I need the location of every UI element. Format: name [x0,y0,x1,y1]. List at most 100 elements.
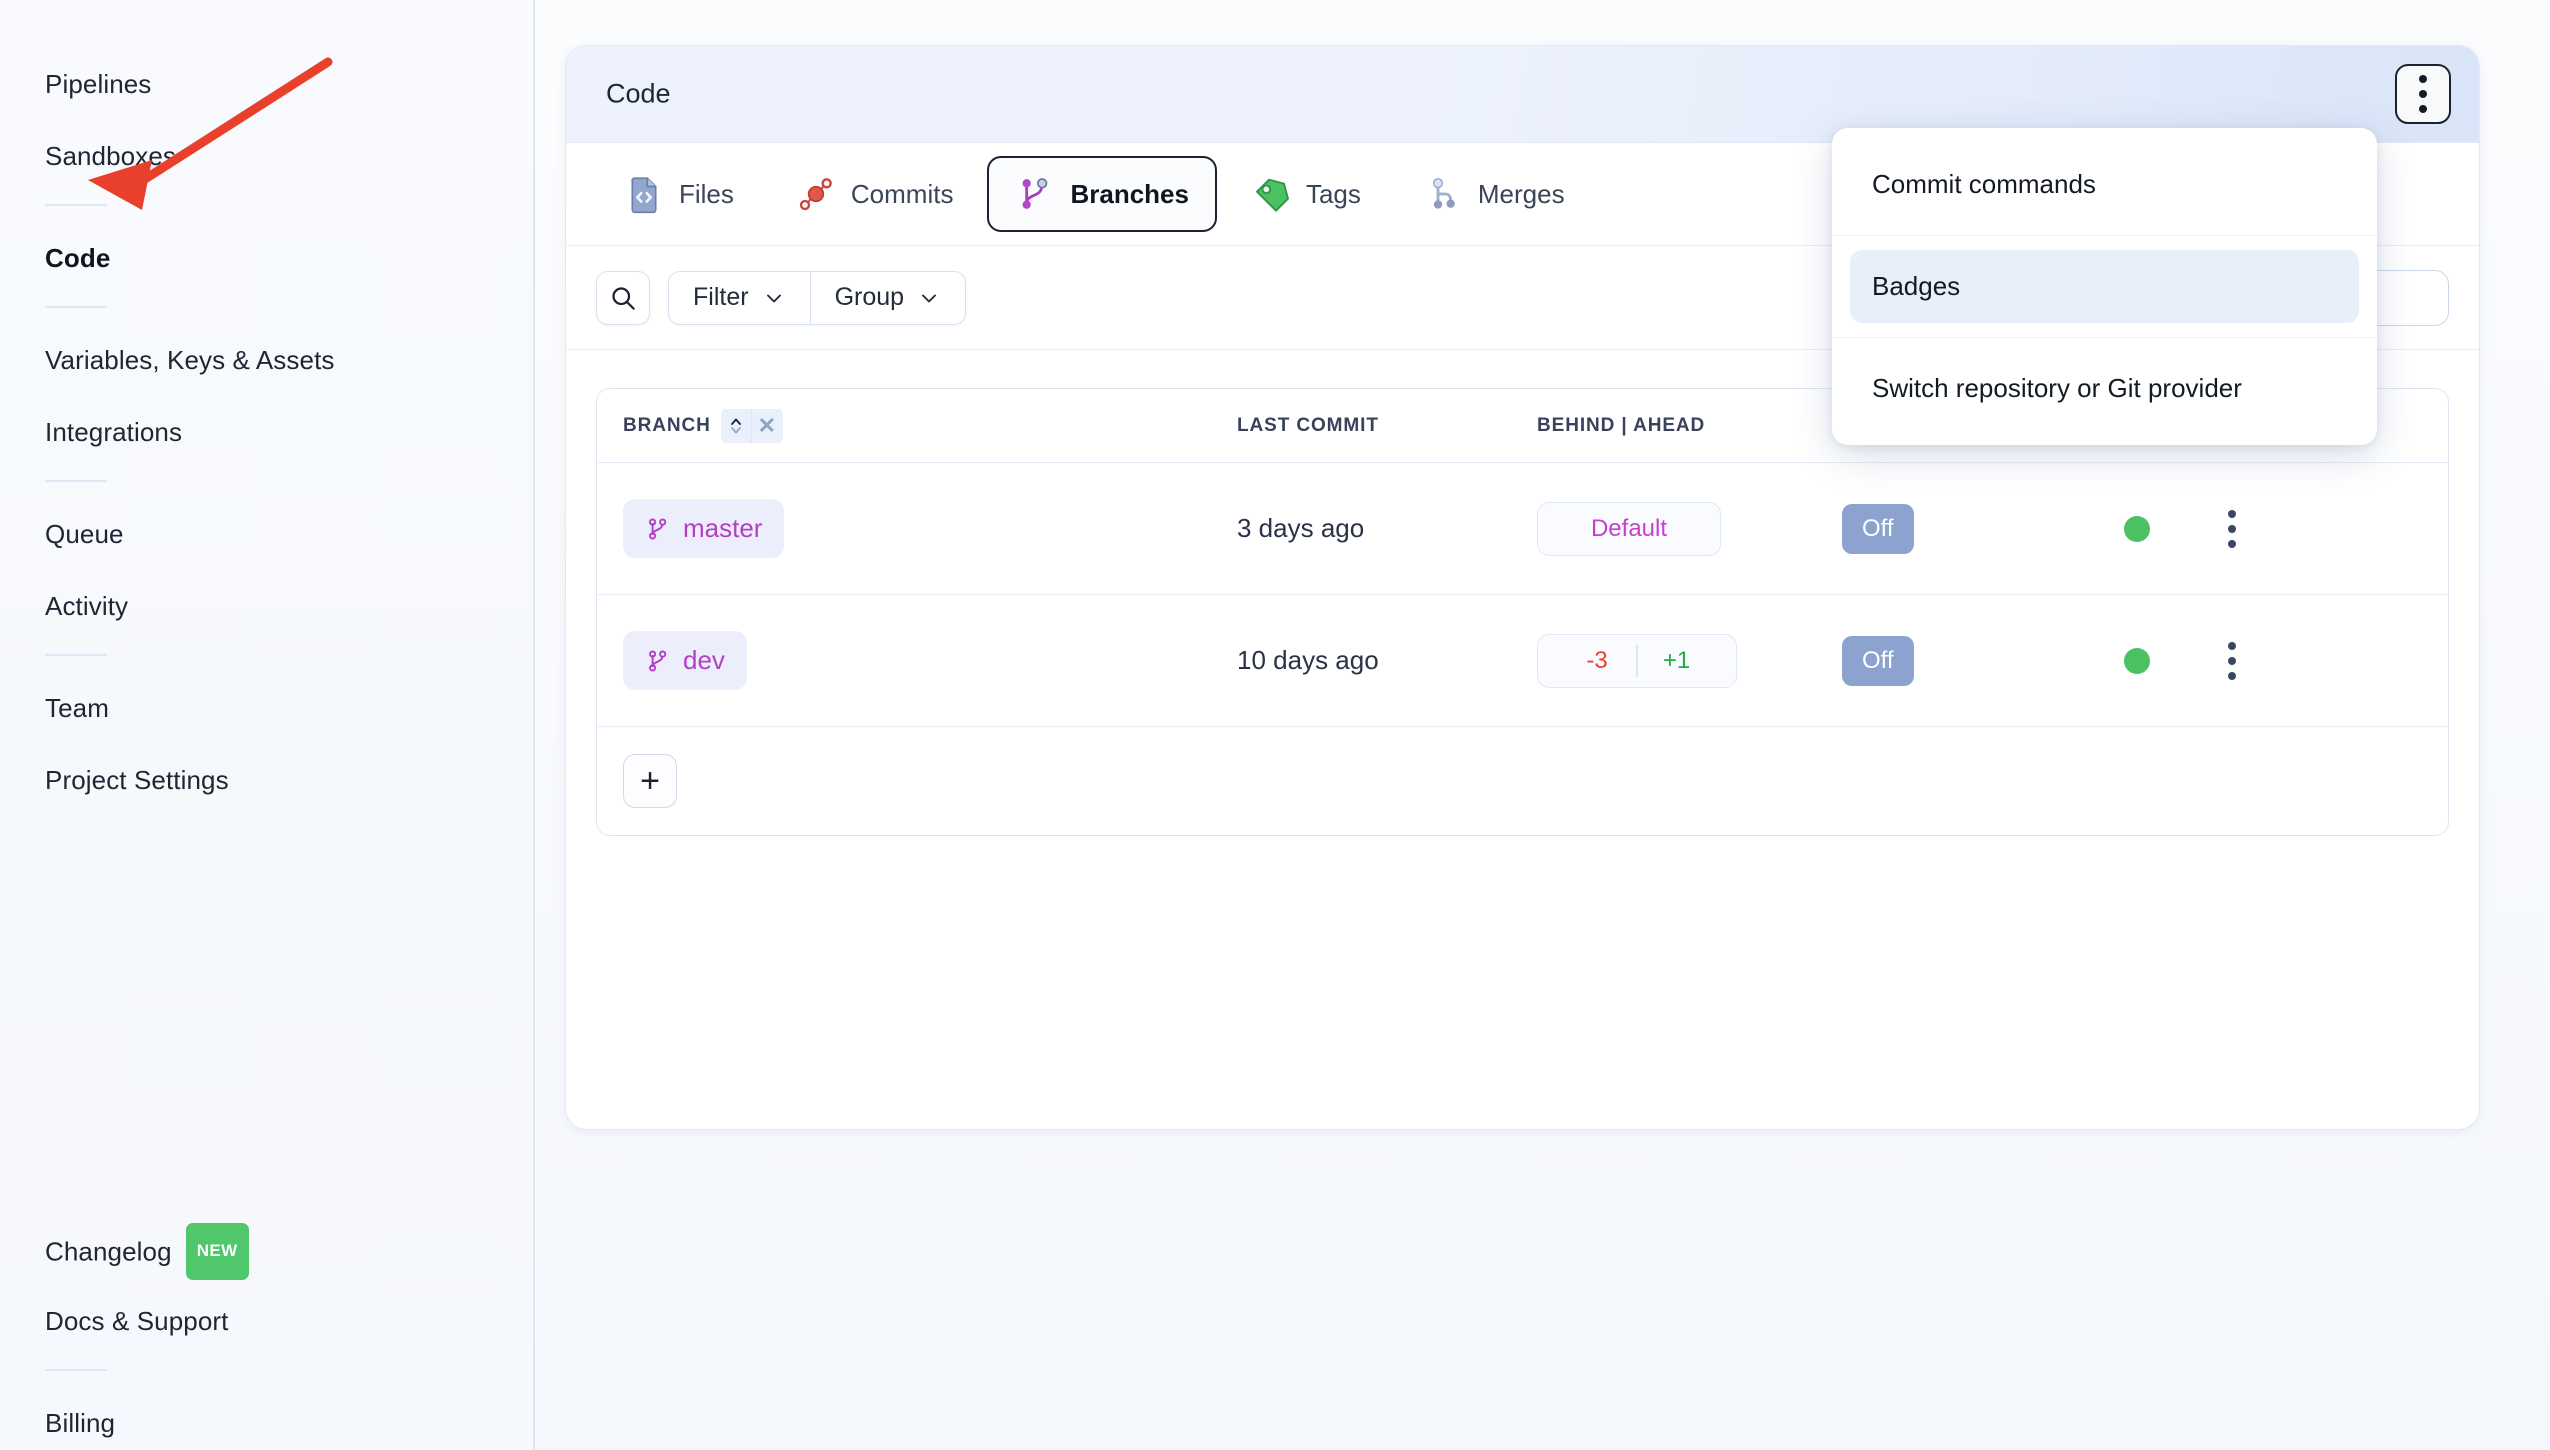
sidebar-divider [45,654,107,656]
commits-icon [799,178,832,211]
kebab-dot [2228,641,2236,650]
sidebar-item-label: Changelog [45,1236,172,1267]
branch-icon [649,517,667,540]
tab-tags[interactable]: Tags [1223,156,1389,232]
sidebar-item-variables-keys-assets[interactable]: Variables, Keys & Assets [0,336,533,384]
sidebar-item-label: Team [45,693,109,723]
table-row[interactable]: dev 10 days ago -3 +1 Off [597,595,2448,727]
last-commit-text: 3 days ago [1237,513,1365,543]
permissions-toggle[interactable]: Off [1842,635,1914,686]
tab-branches[interactable]: Branches [987,156,1217,232]
tab-merges[interactable]: Merges [1395,156,1593,232]
status-dot [2124,515,2150,542]
sidebar-item-label: Variables, Keys & Assets [45,345,335,375]
sidebar-bottom-section: Changelog NEW Docs & Support Billing [0,1223,533,1450]
chevron-down-icon [922,294,936,302]
column-label: Last commit [1237,414,1379,436]
group-label: Group [834,283,905,311]
row-more-options-button[interactable] [2228,509,2236,548]
clear-sort-button[interactable]: ✕ [750,408,783,443]
behind-count: -3 [1586,646,1608,674]
column-header-branch: Branch ✕ [597,408,1237,443]
menu-section: Switch repository or Git provider [1832,337,2377,439]
sidebar-group-3: Variables, Keys & Assets Integrations [0,336,533,456]
menu-item-switch-repository[interactable]: Switch repository or Git provider [1850,352,2359,425]
cell-last-commit: 3 days ago [1237,513,1537,544]
last-commit-text: 10 days ago [1237,645,1379,675]
branch-name: dev [683,645,725,675]
kebab-dot [2228,671,2236,680]
search-button[interactable] [596,270,650,325]
cell-status [2087,647,2187,674]
status-dot [2124,647,2150,674]
branches-table: Branch ✕ Last commit Behind [596,388,2449,836]
cell-permissions: Off [1842,635,2087,686]
default-label: Default [1590,514,1668,542]
tab-label: Tags [1305,178,1361,209]
cell-last-commit: 10 days ago [1237,645,1537,676]
kebab-dot [2419,75,2427,83]
kebab-dot [2419,105,2427,113]
sidebar-group-1: Pipelines Sandboxes [0,60,533,180]
kebab-dot [2228,539,2236,548]
merge-icon [1432,178,1455,209]
card-more-options-button[interactable] [2395,64,2451,124]
sidebar-item-pipelines[interactable]: Pipelines [0,60,533,108]
filter-dropdown[interactable]: Filter [669,272,810,324]
table-row[interactable]: master 3 days ago Default Off [597,463,2448,595]
column-label: Behind | Ahead [1537,414,1706,436]
sidebar-item-label: Project Settings [45,765,229,795]
sidebar-item-label: Integrations [45,417,183,447]
sidebar-item-queue[interactable]: Queue [0,510,533,558]
sidebar-item-project-settings[interactable]: Project Settings [0,756,533,804]
sidebar-item-changelog[interactable]: Changelog NEW [0,1223,533,1280]
group-dropdown[interactable]: Group [809,271,965,324]
menu-item-badges[interactable]: Badges [1850,250,2359,323]
sidebar-item-integrations[interactable]: Integrations [0,408,533,456]
main-content: Code Files Commits Branches Tags Merges … [535,0,2550,1450]
kebab-dot [2228,524,2236,533]
file-code-icon [631,177,657,214]
sidebar-item-team[interactable]: Team [0,684,533,732]
branch-icon [1022,178,1048,209]
app-root: Pipelines Sandboxes Code Variables, Keys… [0,0,2550,1450]
tab-label: Files [679,178,734,209]
search-icon [612,286,635,310]
ahead-count: +1 [1662,646,1691,674]
tab-commits[interactable]: Commits [768,156,982,232]
page-title: Code [606,78,671,109]
permissions-toggle[interactable]: Off [1842,503,1914,554]
sidebar-item-docs-support[interactable]: Docs & Support [0,1297,533,1345]
sidebar-item-activity[interactable]: Activity [0,582,533,630]
tab-files[interactable]: Files [596,156,762,232]
tag-icon [1256,178,1289,212]
filter-label: Filter [693,283,749,311]
cell-branch: dev [597,631,1237,690]
sort-toggle-button[interactable] [720,408,751,443]
menu-item-commit-commands[interactable]: Commit commands [1850,148,2359,221]
behind-ahead-badge: -3 +1 [1537,633,1737,688]
sidebar-group-5: Team Project Settings [0,684,533,804]
tab-label: Commits [850,178,954,209]
sidebar-item-label: Activity [45,591,129,621]
sidebar-item-code[interactable]: Code [0,234,533,282]
branch-chip[interactable]: master [623,499,785,558]
sidebar-item-label: Sandboxes [45,141,177,171]
cell-branch: master [597,499,1237,558]
row-more-options-button[interactable] [2228,641,2236,680]
menu-section: Commit commands [1832,134,2377,235]
cell-status [2087,515,2187,542]
cell-actions [2187,509,2277,548]
branch-chip[interactable]: dev [623,631,747,690]
add-branch-button[interactable]: + [623,754,677,808]
sidebar-divider [45,204,107,206]
column-header-behind-ahead: Behind | Ahead [1537,415,1842,437]
table-add-row: + [597,727,2448,835]
sidebar-item-sandboxes[interactable]: Sandboxes [0,132,533,180]
kebab-dot [2228,656,2236,665]
column-header-last-commit: Last commit [1237,415,1537,437]
sidebar-item-label: Billing [45,1408,116,1438]
sidebar-item-billing[interactable]: Billing [0,1399,533,1447]
menu-section: Badges [1832,235,2377,337]
filter-group-controls: Filter Group [668,270,967,325]
